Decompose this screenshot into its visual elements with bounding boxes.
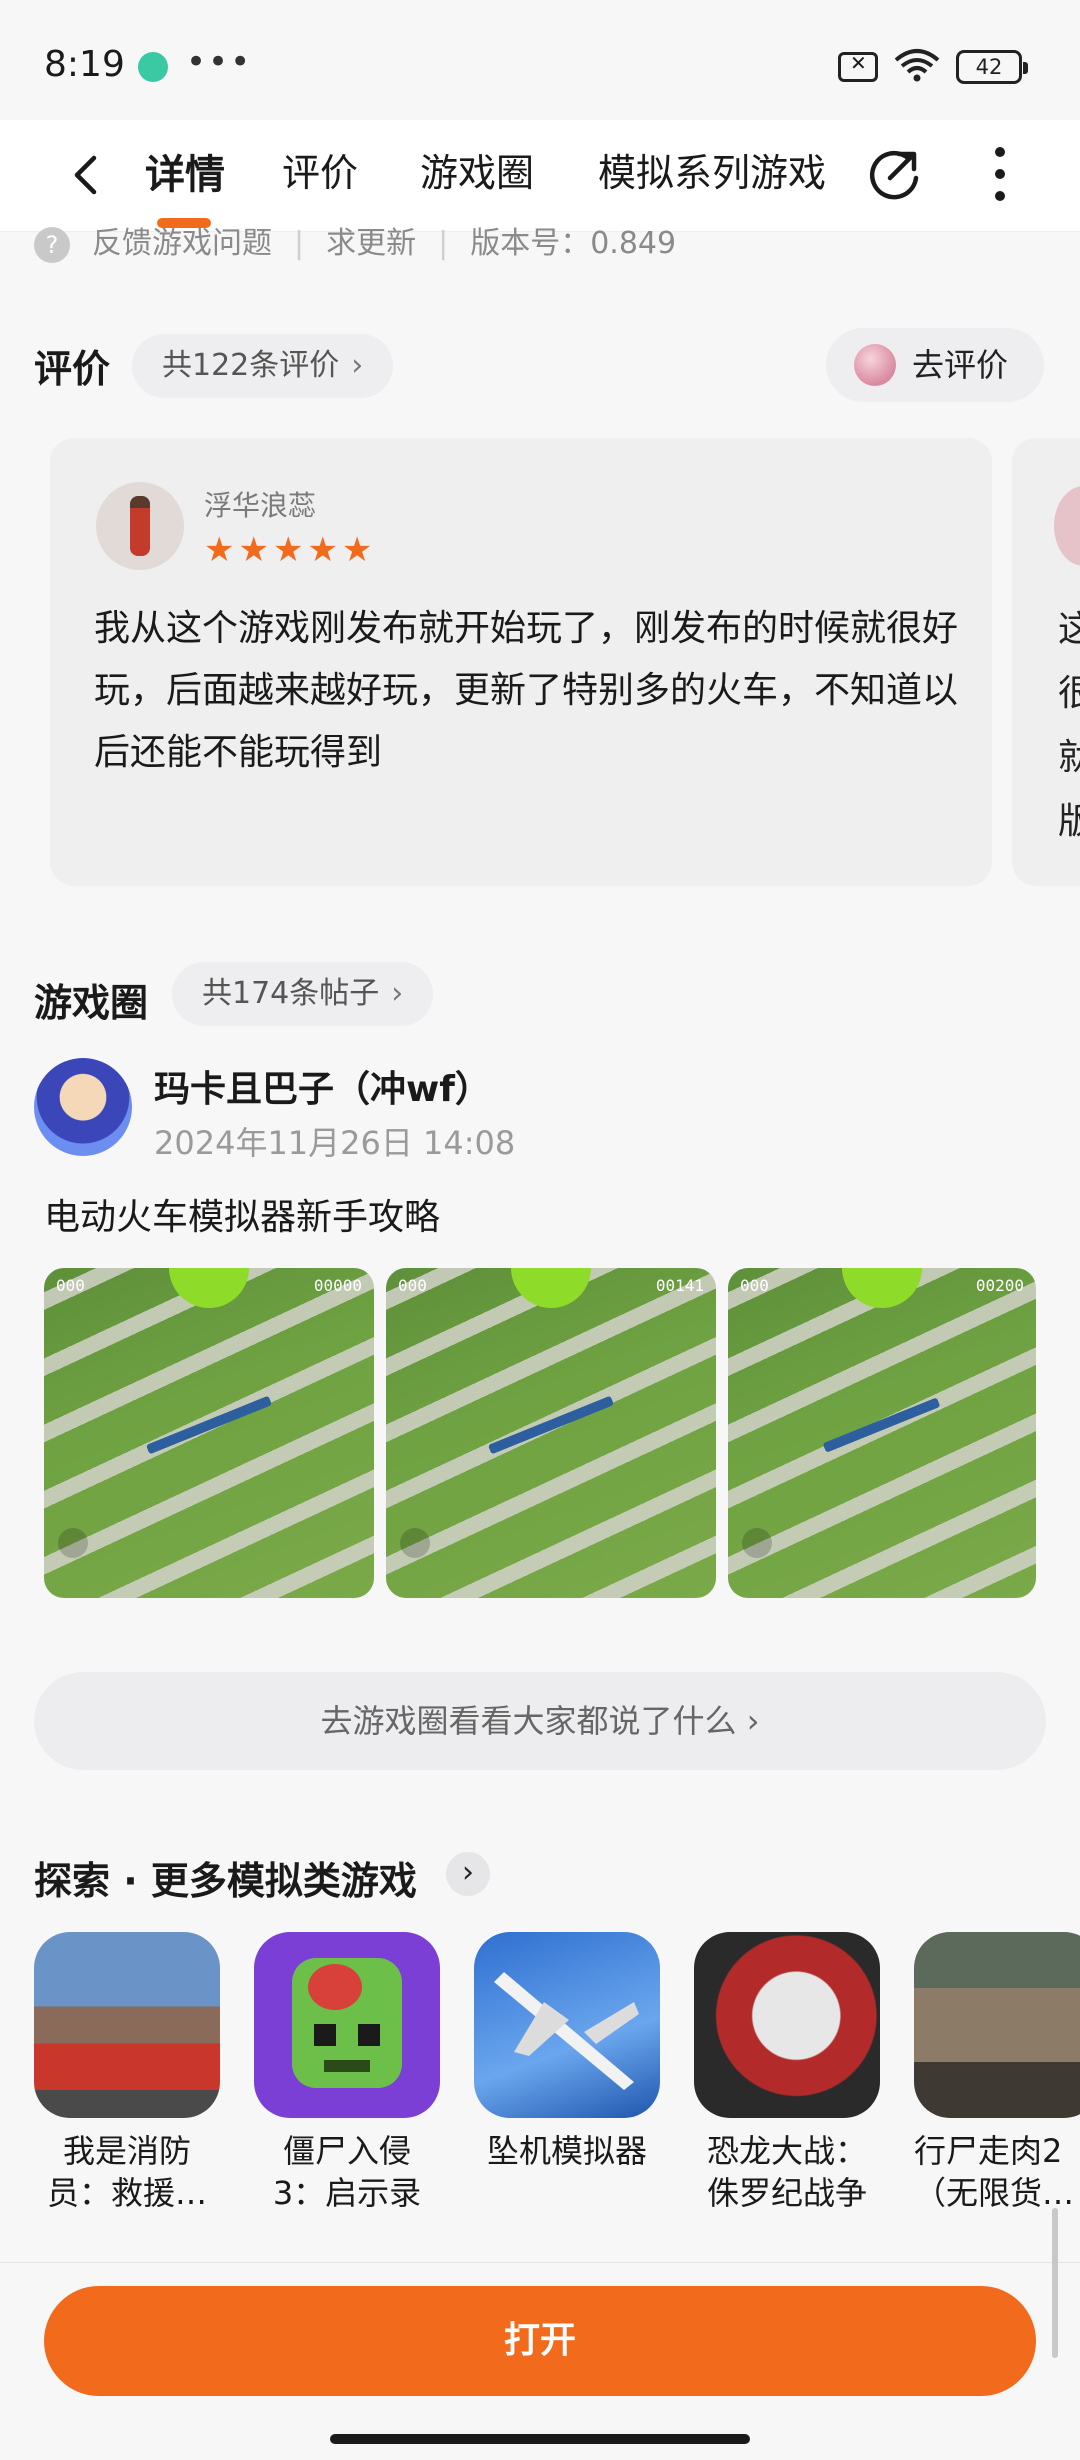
post-title[interactable]: 电动火车模拟器新手攻略 <box>44 1188 440 1240</box>
game-card[interactable]: 僵尸入侵 3：启示录 <box>254 1932 440 2214</box>
game-name: 恐龙大战： 侏罗纪战争 <box>706 2132 867 2212</box>
poster-name[interactable]: 玛卡且巴子（冲wf） <box>154 1060 491 1112</box>
feedback-link[interactable]: 反馈游戏问题 <box>92 218 272 262</box>
home-indicator[interactable] <box>330 2434 750 2444</box>
review-card[interactable]: 浮华浪蕊 ★★★★★ 我从这个游戏刚发布就开始玩了，刚发布的时候就很好玩，后面越… <box>50 438 992 886</box>
version-label: 版本号：0.849 <box>470 226 677 261</box>
reviewer-avatar <box>1054 486 1080 566</box>
chevron-right-icon: › <box>391 976 404 1011</box>
tab-details[interactable]: 详情 <box>145 142 225 200</box>
feedback-row: ? 反馈游戏问题 | 求更新 | 版本号：0.849 <box>34 218 698 263</box>
explore-title: 探索 · 更多模拟类游戏 <box>34 1859 417 1903</box>
fire-truck-icon <box>34 1932 220 2118</box>
game-name: 坠机模拟器 <box>486 2132 647 2170</box>
game-name: 我是消防 员：救援… <box>46 2132 207 2212</box>
hud-speed: 000 <box>398 1276 427 1295</box>
battery-icon: 42 <box>956 50 1028 84</box>
post-time: 2024年11月26日 14:08 <box>154 1124 516 1162</box>
post-image[interactable]: 000 00141 <box>386 1268 716 1598</box>
game-card[interactable]: 行尸走肉2 （无限货… <box>914 1932 1080 2214</box>
divider: | <box>294 226 305 261</box>
posts-count-pill[interactable]: 共174条帖子 › <box>172 962 434 1026</box>
hud-distance: 00000 <box>313 1276 362 1295</box>
hud-distance: 00200 <box>975 1276 1024 1295</box>
user-avatar <box>854 344 896 386</box>
game-card[interactable]: 恐龙大战： 侏罗纪战争 <box>694 1932 880 2214</box>
write-review-label: 去评价 <box>912 346 1009 384</box>
divider: | <box>438 226 449 261</box>
status-bar: 8:19 ••• 42 <box>0 0 1080 120</box>
game-name: 僵尸入侵 3：启示录 <box>272 2132 422 2212</box>
dinosaur-icon <box>694 1932 880 2118</box>
walking-zombie-icon <box>914 1932 1080 2118</box>
reviews-count-label: 共122条评价 <box>162 348 340 383</box>
post-image[interactable]: 000 00200 <box>728 1268 1036 1598</box>
scrollbar[interactable] <box>1052 2208 1058 2358</box>
status-time: 8:19 <box>44 44 125 85</box>
more-notifications-icon: ••• <box>186 42 253 82</box>
view-community-button[interactable]: 去游戏圈看看大家都说了什么 › <box>34 1672 1046 1770</box>
review-text-preview: 这 很 就 版 <box>1058 609 1080 842</box>
rating-stars: ★★★★★ <box>204 530 377 570</box>
wifi-icon <box>894 49 940 82</box>
reviews-count-pill[interactable]: 共122条评价 › <box>132 334 394 398</box>
posts-count-label: 共174条帖子 <box>202 976 380 1011</box>
request-update-link[interactable]: 求更新 <box>326 218 416 262</box>
help-icon: ? <box>34 226 70 263</box>
share-icon[interactable] <box>866 144 924 202</box>
airplane-icon <box>474 1932 660 2118</box>
no-sim-icon <box>838 51 878 82</box>
write-review-button[interactable]: 去评价 <box>826 328 1044 402</box>
review-card-next[interactable]: 这 很 就 版 <box>1012 438 1080 886</box>
more-menu-icon[interactable] <box>990 142 1010 206</box>
tab-simulation-games[interactable]: 模拟系列游戏 <box>598 142 826 197</box>
community-title: 游戏圈 <box>34 981 149 1025</box>
open-button[interactable]: 打开 <box>44 2286 1036 2396</box>
game-card[interactable]: 我是消防 员：救援… <box>34 1932 220 2214</box>
app-notification-icon <box>138 52 168 82</box>
view-community-label: 去游戏圈看看大家都说了什么 <box>320 1702 737 1740</box>
reviews-title: 评价 <box>34 347 111 391</box>
chevron-right-icon[interactable]: › <box>446 1852 490 1896</box>
zombie-head-icon <box>254 1932 440 2118</box>
nav-header: 详情 评价 游戏圈 模拟系列游戏 <box>0 120 1080 232</box>
chevron-right-icon: › <box>351 348 364 383</box>
chevron-right-icon: › <box>746 1702 760 1740</box>
post-image[interactable]: 000 00000 <box>44 1268 374 1598</box>
tab-community[interactable]: 游戏圈 <box>420 142 534 197</box>
review-text: 我从这个游戏刚发布就开始玩了，刚发布的时候就很好玩，后面越来越好玩，更新了特别多… <box>94 608 959 773</box>
hud-speed: 000 <box>56 1276 85 1295</box>
game-name: 行尸走肉2 （无限货… <box>914 2132 1075 2212</box>
reviewer-avatar <box>96 482 184 570</box>
reviewer-name: 浮华浪蕊 <box>204 489 317 522</box>
tab-reviews[interactable]: 评价 <box>282 142 358 197</box>
hud-distance: 00141 <box>655 1276 704 1295</box>
hud-speed: 000 <box>740 1276 769 1295</box>
poster-avatar[interactable] <box>34 1058 132 1156</box>
divider <box>0 2262 1080 2263</box>
game-card[interactable]: 坠机模拟器 <box>474 1932 660 2172</box>
back-icon[interactable] <box>62 150 112 200</box>
